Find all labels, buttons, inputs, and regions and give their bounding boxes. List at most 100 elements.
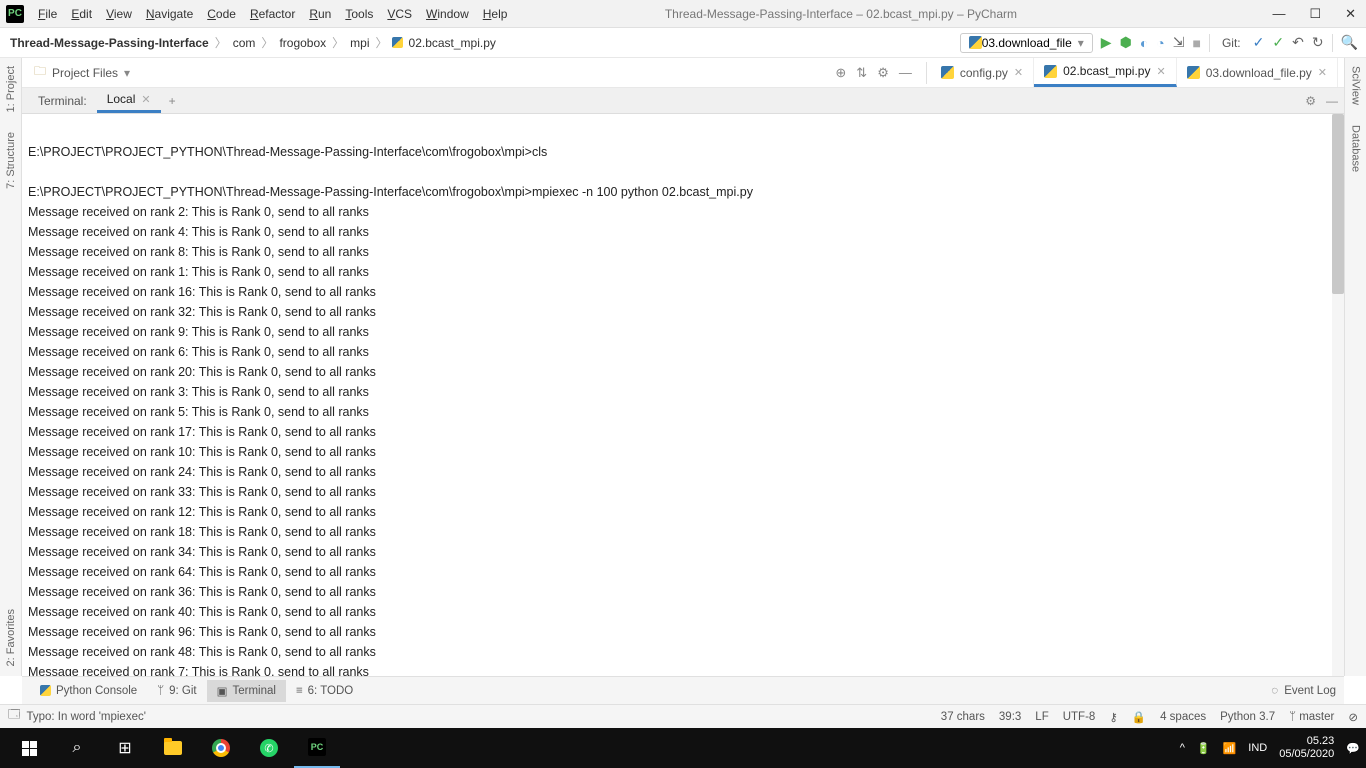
- terminal-line: Message received on rank 10: This is Ran…: [28, 442, 1340, 462]
- wifi-icon[interactable]: 📶: [1223, 742, 1237, 755]
- menu-refactor[interactable]: Refactor: [244, 5, 301, 23]
- status-chars: 37 chars: [941, 711, 985, 723]
- menu-view[interactable]: View: [100, 5, 138, 23]
- left-tool-gutter: 1: Project 7: Structure 2: Favorites: [0, 58, 22, 676]
- ime-indicator[interactable]: IND: [1248, 742, 1267, 754]
- run-config-name: 03.download_file: [982, 36, 1072, 50]
- favorites-tool-button[interactable]: 2: Favorites: [5, 609, 17, 666]
- folder-icon: 🗀: [34, 62, 46, 83]
- status-indent[interactable]: 4 spaces: [1160, 711, 1206, 723]
- close-icon[interactable]: ✕: [1156, 65, 1165, 78]
- battery-icon[interactable]: 🔋: [1197, 742, 1211, 755]
- expand-button[interactable]: ⇅: [856, 65, 867, 81]
- editor-tab-label: config.py: [960, 66, 1008, 80]
- scrollbar-thumb[interactable]: [1332, 114, 1344, 294]
- status-git-branch[interactable]: ᛘ master: [1289, 711, 1334, 723]
- breadcrumb-segment[interactable]: com: [231, 36, 258, 50]
- terminal-tabs-row: Terminal: Local ✕ + ⚙ —: [22, 88, 1344, 114]
- menu-code[interactable]: Code: [201, 5, 242, 23]
- terminal-line: Message received on rank 32: This is Ran…: [28, 302, 1340, 322]
- terminal-hide-button[interactable]: —: [1326, 94, 1338, 108]
- close-icon[interactable]: ✕: [1014, 66, 1023, 79]
- search-button[interactable]: ⌕: [54, 728, 100, 768]
- close-button[interactable]: ✕: [1341, 6, 1360, 22]
- file-explorer-button[interactable]: [150, 728, 196, 768]
- python-file-icon: [1044, 65, 1057, 78]
- clock[interactable]: 05.23 05/05/2020: [1279, 735, 1334, 761]
- tray-expand-icon[interactable]: ^: [1180, 742, 1185, 754]
- terminal-tab-local[interactable]: Local ✕: [97, 88, 161, 113]
- run-button[interactable]: ▶: [1101, 34, 1112, 51]
- git-history-button[interactable]: ↶: [1292, 34, 1304, 51]
- terminal-content[interactable]: E:\PROJECT\PROJECT_PYTHON\Thread-Message…: [22, 114, 1344, 676]
- editor-tab[interactable]: 03.download_file.py ✕: [1177, 58, 1338, 87]
- run-config-selector[interactable]: 03.download_file ▾: [960, 33, 1093, 53]
- stop-button[interactable]: ■: [1192, 35, 1200, 51]
- debug-button[interactable]: ⬢: [1120, 34, 1132, 51]
- close-icon[interactable]: ✕: [141, 93, 150, 106]
- search-everywhere-button[interactable]: 🔍: [1341, 34, 1358, 51]
- python-file-icon: [969, 36, 982, 49]
- todo-tab[interactable]: ≡ 6: TODO: [286, 681, 363, 701]
- terminal-line: Message received on rank 40: This is Ran…: [28, 602, 1340, 622]
- start-button[interactable]: [6, 728, 52, 768]
- menu-tools[interactable]: Tools: [339, 5, 379, 23]
- profile-button[interactable]: ◔: [1156, 35, 1164, 51]
- breadcrumb-segment[interactable]: Thread-Message-Passing-Interface: [8, 36, 211, 50]
- coverage-button[interactable]: ◐: [1140, 35, 1148, 51]
- git-update-button[interactable]: ✓: [1253, 34, 1265, 51]
- project-tool-button[interactable]: 1: Project: [5, 66, 17, 112]
- scrollbar-track[interactable]: [1332, 114, 1344, 676]
- breadcrumb-segment[interactable]: mpi: [348, 36, 371, 50]
- editor-tab[interactable]: 02.bcast_mpi.py ✕: [1034, 58, 1177, 87]
- chrome-button[interactable]: [198, 728, 244, 768]
- whatsapp-button[interactable]: ✆: [246, 728, 292, 768]
- terminal-line: Message received on rank 7: This is Rank…: [28, 662, 1340, 676]
- close-icon[interactable]: ✕: [1318, 66, 1327, 79]
- notifications-button[interactable]: 💬: [1346, 742, 1360, 755]
- python-console-tab[interactable]: Python Console: [30, 681, 147, 701]
- status-encoding[interactable]: UTF-8: [1063, 711, 1096, 723]
- status-line-separator[interactable]: LF: [1035, 711, 1048, 723]
- hide-button[interactable]: —: [899, 65, 912, 81]
- memory-indicator[interactable]: ⊘: [1348, 710, 1358, 724]
- terminal-line: Message received on rank 18: This is Ran…: [28, 522, 1340, 542]
- event-log-tab[interactable]: Event Log: [1284, 685, 1336, 697]
- terminal-line: Message received on rank 5: This is Rank…: [28, 402, 1340, 422]
- menu-navigate[interactable]: Navigate: [140, 5, 199, 23]
- project-view-selector[interactable]: 🗀 Project Files ▾: [28, 62, 136, 83]
- attach-button[interactable]: ⇲: [1173, 34, 1185, 51]
- settings-button[interactable]: ⚙: [877, 65, 889, 81]
- structure-tool-button[interactable]: 7: Structure: [5, 132, 17, 189]
- terminal-tab[interactable]: ▣ Terminal: [207, 680, 286, 702]
- lock-icon[interactable]: 🔒: [1132, 710, 1146, 724]
- editor-tab[interactable]: config.py ✕: [931, 58, 1034, 87]
- readonly-toggle[interactable]: ⚷: [1109, 710, 1117, 724]
- minimize-button[interactable]: —: [1268, 6, 1289, 22]
- terminal-settings-button[interactable]: ⚙: [1305, 94, 1316, 108]
- git-revert-button[interactable]: ↻: [1312, 34, 1324, 51]
- breadcrumb-separator-icon: 〉: [257, 34, 277, 51]
- new-terminal-button[interactable]: +: [161, 94, 184, 108]
- status-interpreter[interactable]: Python 3.7: [1220, 711, 1275, 723]
- terminal-line: Message received on rank 6: This is Rank…: [28, 342, 1340, 362]
- project-files-row: 🗀 Project Files ▾ ⊕ ⇅ ⚙ — config.py✕02.b…: [22, 58, 1344, 88]
- editor-tab-label: 02.bcast_mpi.py: [1063, 64, 1150, 78]
- menu-file[interactable]: File: [32, 5, 63, 23]
- editor-tab-label: 03.download_file.py: [1206, 66, 1312, 80]
- breadcrumb-segment[interactable]: frogobox: [277, 36, 328, 50]
- menu-edit[interactable]: Edit: [65, 5, 98, 23]
- sciview-tool-button[interactable]: SciView: [1350, 66, 1362, 105]
- breadcrumb[interactable]: Thread-Message-Passing-Interface〉com〉fro…: [8, 34, 498, 51]
- maximize-button[interactable]: ☐: [1305, 6, 1325, 22]
- status-position[interactable]: 39:3: [999, 711, 1021, 723]
- pycharm-button[interactable]: PC: [294, 728, 340, 768]
- menu-run[interactable]: Run: [303, 5, 337, 23]
- database-tool-button[interactable]: Database: [1350, 125, 1362, 172]
- locate-button[interactable]: ⊕: [835, 65, 846, 81]
- task-view-button[interactable]: ⊞: [102, 728, 148, 768]
- git-tab[interactable]: ᛘ 9: Git: [147, 681, 206, 701]
- breadcrumb-segment[interactable]: 02.bcast_mpi.py: [407, 36, 498, 50]
- terminal-line: Message received on rank 12: This is Ran…: [28, 502, 1340, 522]
- git-commit-button[interactable]: ✓: [1272, 34, 1284, 51]
